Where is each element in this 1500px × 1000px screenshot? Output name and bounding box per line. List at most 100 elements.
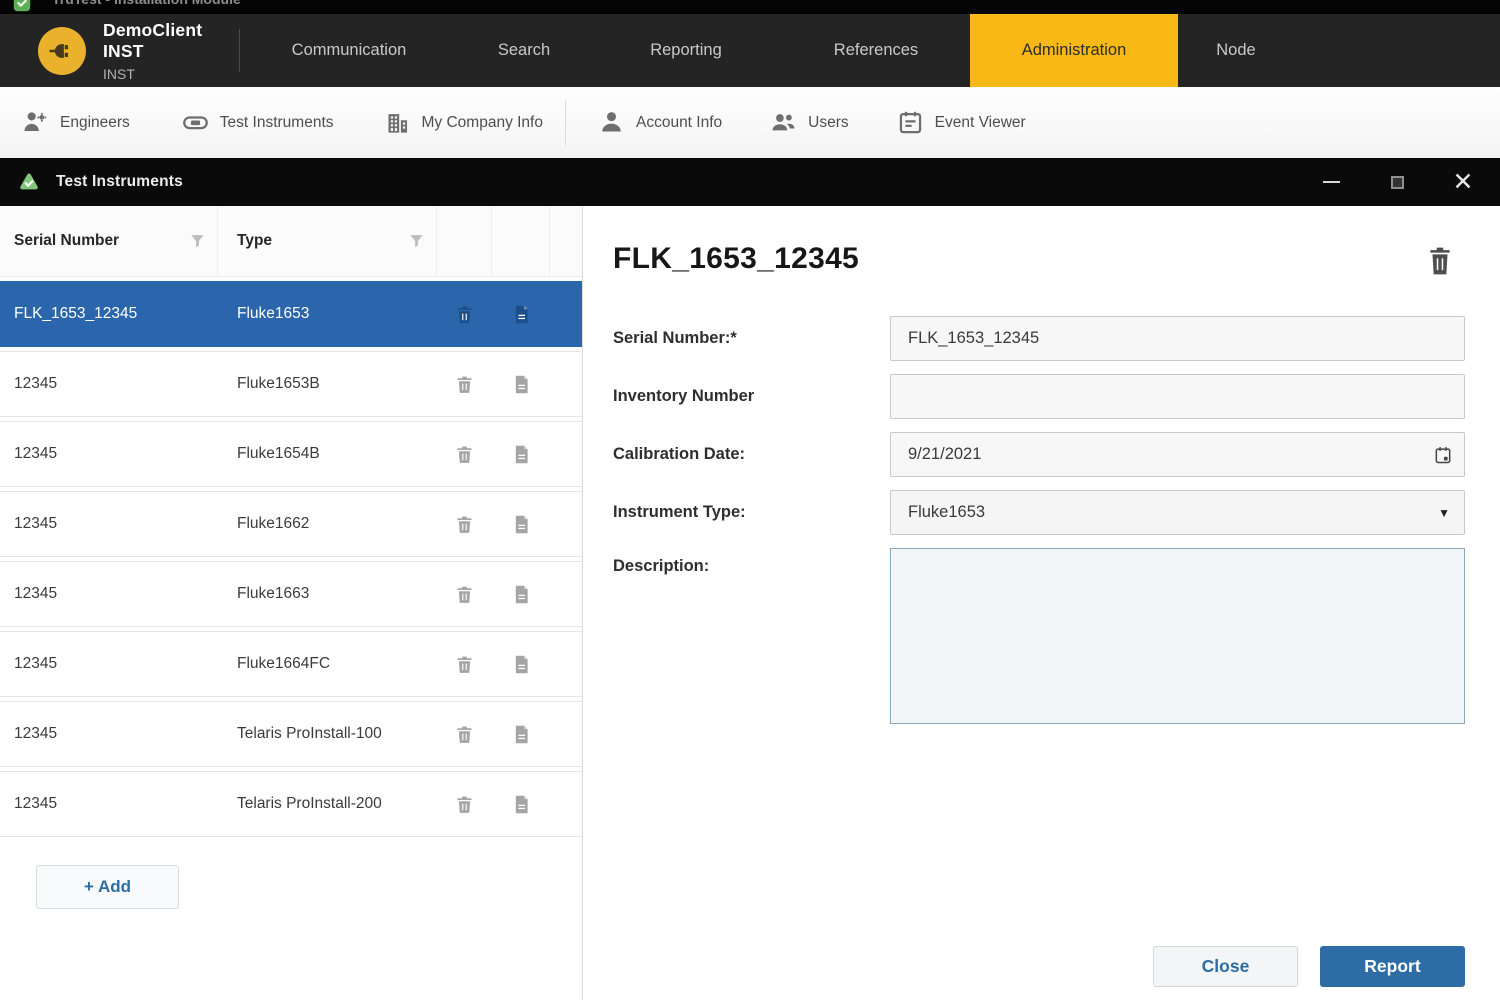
main-navbar: DemoClient INST INST CommunicationSearch… <box>0 14 1500 87</box>
filter-icon[interactable] <box>189 233 206 250</box>
document-icon[interactable] <box>511 794 532 815</box>
table-row[interactable]: 12345Fluke1654B <box>0 421 582 487</box>
nav-tabs: CommunicationSearchReportingReferencesAd… <box>240 14 1500 87</box>
table-row[interactable]: 12345Telaris ProInstall-200 <box>0 771 582 837</box>
brand-name: DemoClient INST <box>103 20 239 62</box>
form-row-type: Instrument Type: Fluke1653 ▼ <box>613 490 1465 535</box>
toolbar-item-account-info[interactable]: Account Info <box>598 109 722 136</box>
trash-icon[interactable] <box>454 304 475 325</box>
table-row[interactable]: 12345Fluke1663 <box>0 561 582 627</box>
nav-tab-administration[interactable]: Administration <box>970 14 1178 87</box>
engineers-icon <box>22 109 49 136</box>
dialog-content: Serial Number Type FLK_1653_12345Fluke16… <box>0 206 1500 1000</box>
toolbar-item-label: Event Viewer <box>935 114 1026 132</box>
instrument-rows: FLK_1653_12345Fluke165312345Fluke1653B12… <box>0 277 582 841</box>
nav-tab-node[interactable]: Node <box>1178 14 1294 87</box>
admin-toolbar: Engineers Test Instruments My Company Info… <box>0 87 1500 158</box>
test-instrument-icon <box>182 109 209 136</box>
trash-icon[interactable] <box>454 584 475 605</box>
brand-block: DemoClient INST INST <box>0 14 239 87</box>
toolbar-item-event-viewer[interactable]: Event Viewer <box>897 109 1026 136</box>
table-header: Serial Number Type <box>0 206 582 277</box>
plug-icon <box>47 36 77 66</box>
trash-icon[interactable] <box>454 724 475 745</box>
inventory-number-label: Inventory Number <box>613 387 890 406</box>
table-row[interactable]: FLK_1653_12345Fluke1653 <box>0 281 582 347</box>
instrument-type-value: Fluke1653 <box>908 503 985 522</box>
document-icon[interactable] <box>511 444 532 465</box>
toolbar-item-my-company-info[interactable]: My Company Info <box>384 109 543 136</box>
trash-icon[interactable] <box>454 514 475 535</box>
window-controls: ✕ <box>1298 158 1496 206</box>
description-textarea[interactable] <box>890 548 1465 724</box>
cell-serial-number: 12345 <box>0 585 218 603</box>
nav-tab-reporting[interactable]: Reporting <box>590 14 782 87</box>
trash-icon[interactable] <box>454 444 475 465</box>
close-window-button[interactable]: ✕ <box>1430 158 1496 206</box>
cell-type: Fluke1663 <box>218 585 437 603</box>
cell-type: Fluke1653 <box>218 305 437 323</box>
document-icon[interactable] <box>511 584 532 605</box>
toolbar-item-engineers[interactable]: Engineers <box>22 109 130 136</box>
cell-serial-number: 12345 <box>0 795 218 813</box>
nav-tab-communication[interactable]: Communication <box>240 14 458 87</box>
trash-icon[interactable] <box>454 794 475 815</box>
trutest-triangle-icon <box>18 171 42 193</box>
calibration-date-input[interactable] <box>890 432 1465 477</box>
column-delete <box>437 206 492 276</box>
column-type: Type <box>218 206 437 276</box>
calibration-date-label: Calibration Date: <box>613 445 890 464</box>
table-row[interactable]: 12345Fluke1664FC <box>0 631 582 697</box>
event-viewer-icon <box>897 109 924 136</box>
instrument-type-label: Instrument Type: <box>613 503 890 522</box>
table-row[interactable]: 12345Telaris ProInstall-100 <box>0 701 582 767</box>
table-row[interactable]: 12345Fluke1653B <box>0 351 582 417</box>
person-icon <box>598 109 625 136</box>
cell-type: Telaris ProInstall-200 <box>218 795 437 813</box>
column-label: Type <box>218 232 272 250</box>
inventory-number-input[interactable] <box>890 374 1465 419</box>
detail-header: FLK_1653_12345 <box>613 242 1465 276</box>
instrument-type-select[interactable]: Fluke1653 ▼ <box>890 490 1465 535</box>
trash-icon[interactable] <box>454 654 475 675</box>
toolbar-item-label: Test Instruments <box>220 114 334 132</box>
cell-type: Fluke1654B <box>218 445 437 463</box>
filter-icon[interactable] <box>408 233 425 250</box>
document-icon[interactable] <box>511 374 532 395</box>
toolbar-item-users[interactable]: Users <box>770 109 848 136</box>
maximize-button[interactable] <box>1364 158 1430 206</box>
client-logo <box>38 27 86 75</box>
toolbar-item-label: Engineers <box>60 114 130 132</box>
document-icon[interactable] <box>511 724 532 745</box>
brand-subtitle: INST <box>103 66 239 82</box>
table-row[interactable]: 12345Fluke1662 <box>0 491 582 557</box>
trash-icon[interactable] <box>454 374 475 395</box>
document-icon[interactable] <box>511 514 532 535</box>
cell-type: Telaris ProInstall-100 <box>218 725 437 743</box>
close-button[interactable]: Close <box>1153 946 1298 987</box>
cell-serial-number: 12345 <box>0 725 218 743</box>
toolbar-divider <box>565 100 566 146</box>
cell-type: Fluke1662 <box>218 515 437 533</box>
serial-number-label: Serial Number:* <box>613 329 890 348</box>
nav-tab-search[interactable]: Search <box>458 14 590 87</box>
document-icon[interactable] <box>511 304 532 325</box>
instrument-detail-panel: FLK_1653_12345 Serial Number:* Inventory… <box>583 206 1500 1000</box>
calendar-icon[interactable] <box>1433 444 1453 465</box>
document-icon[interactable] <box>511 654 532 675</box>
toolbar-item-test-instruments[interactable]: Test Instruments <box>182 109 334 136</box>
nav-tab-references[interactable]: References <box>782 14 970 87</box>
os-window-title: TruTest - Installation Module <box>52 0 241 7</box>
column-report <box>492 206 550 276</box>
users-icon <box>770 109 797 136</box>
serial-number-input[interactable] <box>890 316 1465 361</box>
report-button[interactable]: Report <box>1320 946 1465 987</box>
add-instrument-button[interactable]: + Add <box>36 865 179 909</box>
form-row-description: Description: <box>613 548 1465 729</box>
form-row-serial: Serial Number:* <box>613 316 1465 361</box>
delete-instrument-button[interactable] <box>1427 246 1453 276</box>
instrument-form: Serial Number:* Inventory Number Calibra… <box>613 316 1465 729</box>
minimize-button[interactable] <box>1298 158 1364 206</box>
toolbar-item-label: My Company Info <box>422 114 543 132</box>
form-row-inventory: Inventory Number <box>613 374 1465 419</box>
